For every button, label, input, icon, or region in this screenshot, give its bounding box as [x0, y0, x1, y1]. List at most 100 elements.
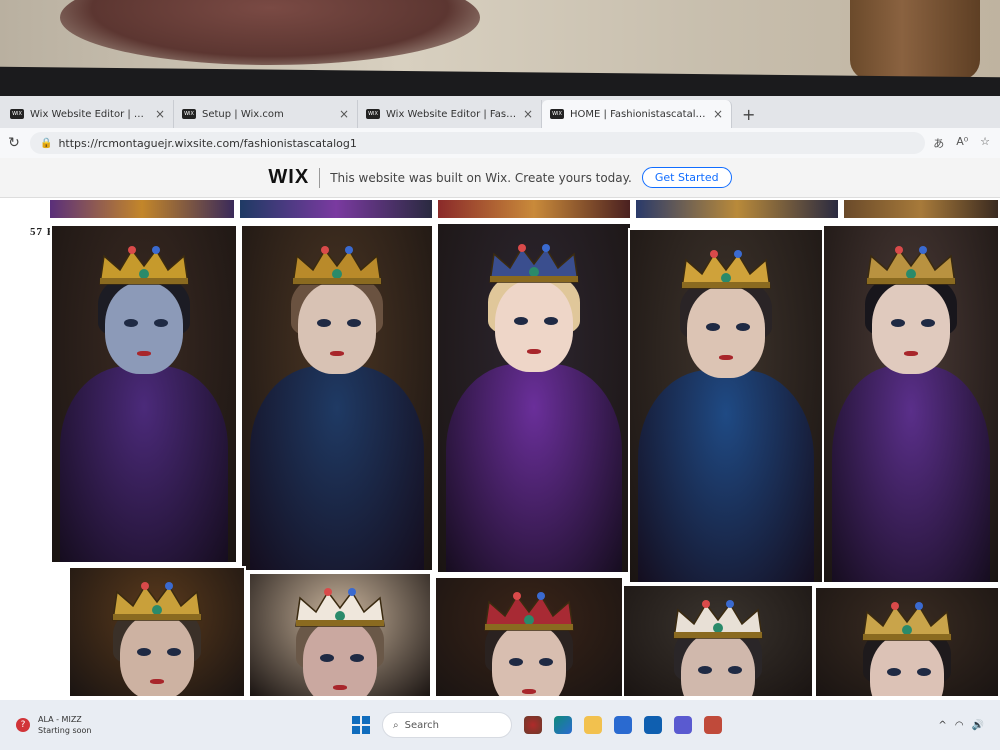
favorite-star-icon[interactable]: ☆ — [980, 135, 990, 151]
outlook-icon[interactable] — [644, 716, 662, 734]
crown-icon — [99, 246, 189, 285]
face — [495, 280, 573, 372]
gallery-tile-partial[interactable] — [842, 198, 1000, 220]
royal-garment — [60, 366, 228, 562]
eye — [154, 318, 168, 327]
wix-logo[interactable]: WIX — [268, 166, 309, 189]
crown-icon — [866, 246, 956, 285]
tab-title: Wix Website Editor | Fashionistasc — [386, 108, 517, 120]
gallery-portrait-tile[interactable] — [622, 584, 814, 698]
wix-favicon-icon: WIX — [366, 109, 380, 119]
teams-icon[interactable] — [674, 716, 692, 734]
face — [492, 624, 566, 696]
lock-icon[interactable]: 🔒 — [40, 138, 52, 149]
gallery-tile-partial[interactable] — [436, 198, 632, 220]
search-placeholder: Search — [404, 719, 439, 731]
close-icon[interactable]: × — [339, 107, 349, 121]
close-icon[interactable]: × — [713, 107, 723, 121]
crown-icon — [295, 588, 385, 627]
lips — [904, 351, 918, 356]
fashionistas-gallery: 57 FASHIONISTAS — [0, 198, 1000, 698]
tab-home-fashionistas[interactable]: WIX HOME | Fashionistascatalog1 × — [542, 100, 732, 128]
tab-title: Setup | Wix.com — [202, 108, 284, 120]
alert-badge-icon: ? — [16, 718, 30, 732]
search-icon: ⌕ — [393, 719, 399, 731]
lips — [330, 351, 344, 356]
eye — [706, 322, 720, 331]
reload-icon[interactable]: ↻ — [6, 135, 22, 151]
gallery-portrait-tile[interactable] — [248, 572, 432, 698]
eye — [921, 318, 935, 327]
windows-taskbar: ? ALA - MIZZ Starting soon ⌕ Search ^ ◠ … — [0, 700, 1000, 750]
file-explorer-icon[interactable] — [584, 716, 602, 734]
banner-message: This website was built on Wix. Create yo… — [330, 170, 632, 185]
tab-wix-editor-fashionistas[interactable]: WIX Wix Website Editor | Fashionistasc × — [358, 100, 542, 128]
crown-icon — [489, 244, 579, 283]
notification-title: ALA - MIZZ — [38, 715, 82, 724]
tab-title: Wix Website Editor | Maison Roya — [30, 108, 149, 120]
crown-icon — [292, 246, 382, 285]
get-started-button[interactable]: Get Started — [641, 167, 732, 188]
tab-title: HOME | Fashionistascatalog1 — [570, 108, 707, 120]
lips — [333, 684, 347, 690]
crown-icon — [484, 592, 574, 631]
url-text: https://rcmontaguejr.wixsite.com/fashion… — [58, 136, 357, 150]
gallery-portrait-tile[interactable] — [50, 224, 238, 564]
lips — [719, 355, 733, 360]
gallery-portrait-tile[interactable] — [436, 222, 632, 574]
gallery-portrait-tile[interactable] — [240, 224, 434, 572]
tab-wix-editor-maison[interactable]: WIX Wix Website Editor | Maison Roya × — [2, 100, 174, 128]
volume-icon[interactable]: 🔊 — [972, 720, 984, 731]
edge-browser-icon[interactable] — [554, 716, 572, 734]
new-tab-button[interactable]: + — [732, 100, 765, 128]
royal-garment — [638, 370, 814, 582]
wix-favicon-icon: WIX — [10, 109, 24, 119]
close-icon[interactable]: × — [523, 107, 533, 121]
crown-icon — [673, 600, 763, 639]
calendar-notification[interactable]: ? ALA - MIZZ Starting soon — [16, 714, 316, 736]
windows-start-icon[interactable] — [352, 716, 370, 734]
eye — [736, 322, 750, 331]
eye — [347, 318, 361, 327]
lips — [527, 349, 541, 354]
eye — [514, 316, 528, 325]
notification-subtitle: Starting soon — [38, 726, 92, 735]
face — [687, 286, 765, 378]
crown-icon — [112, 582, 202, 621]
gallery-portrait-tile[interactable] — [628, 228, 824, 584]
crown-icon — [862, 602, 952, 641]
media-player-icon[interactable] — [704, 716, 722, 734]
gallery-tile-partial[interactable] — [48, 198, 236, 220]
wifi-icon[interactable]: ◠ — [955, 720, 964, 731]
taskbar-search[interactable]: ⌕ Search — [382, 712, 512, 738]
read-aloud-icon[interactable]: あ — [933, 135, 944, 151]
gallery-portrait-tile[interactable] — [814, 586, 1000, 698]
face — [105, 282, 183, 374]
face — [120, 614, 194, 696]
gallery-tile-partial[interactable] — [238, 198, 434, 220]
gallery-portrait-tile[interactable] — [822, 224, 1000, 584]
address-bar[interactable]: 🔒 https://rcmontaguejr.wixsite.com/fashi… — [30, 132, 926, 154]
tray-chevron-icon[interactable]: ^ — [938, 720, 946, 731]
store-icon[interactable] — [614, 716, 632, 734]
gallery-portrait-tile[interactable] — [68, 566, 246, 698]
lips — [137, 351, 151, 356]
address-row: ↻ 🔒 https://rcmontaguejr.wixsite.com/fas… — [0, 128, 1000, 158]
wooden-chair — [850, 0, 980, 80]
tab-setup-wix[interactable]: WIX Setup | Wix.com × — [174, 100, 358, 128]
gallery-tile-partial[interactable] — [634, 198, 840, 220]
close-icon[interactable]: × — [155, 107, 165, 121]
lips — [711, 697, 725, 699]
crown-icon — [681, 250, 771, 289]
tab-strip: WIX Wix Website Editor | Maison Roya × W… — [0, 96, 1000, 128]
face — [872, 282, 950, 374]
royal-garment — [250, 366, 424, 570]
wix-favicon-icon: WIX — [550, 109, 564, 119]
gallery-portrait-tile[interactable] — [434, 576, 624, 698]
search-highlight-icon[interactable] — [524, 716, 542, 734]
royal-garment — [832, 366, 990, 582]
eye — [317, 318, 331, 327]
text-size-icon[interactable]: A⁰ — [956, 135, 968, 151]
laptop-screen: WIX Wix Website Editor | Maison Roya × W… — [0, 96, 1000, 750]
eye — [544, 316, 558, 325]
